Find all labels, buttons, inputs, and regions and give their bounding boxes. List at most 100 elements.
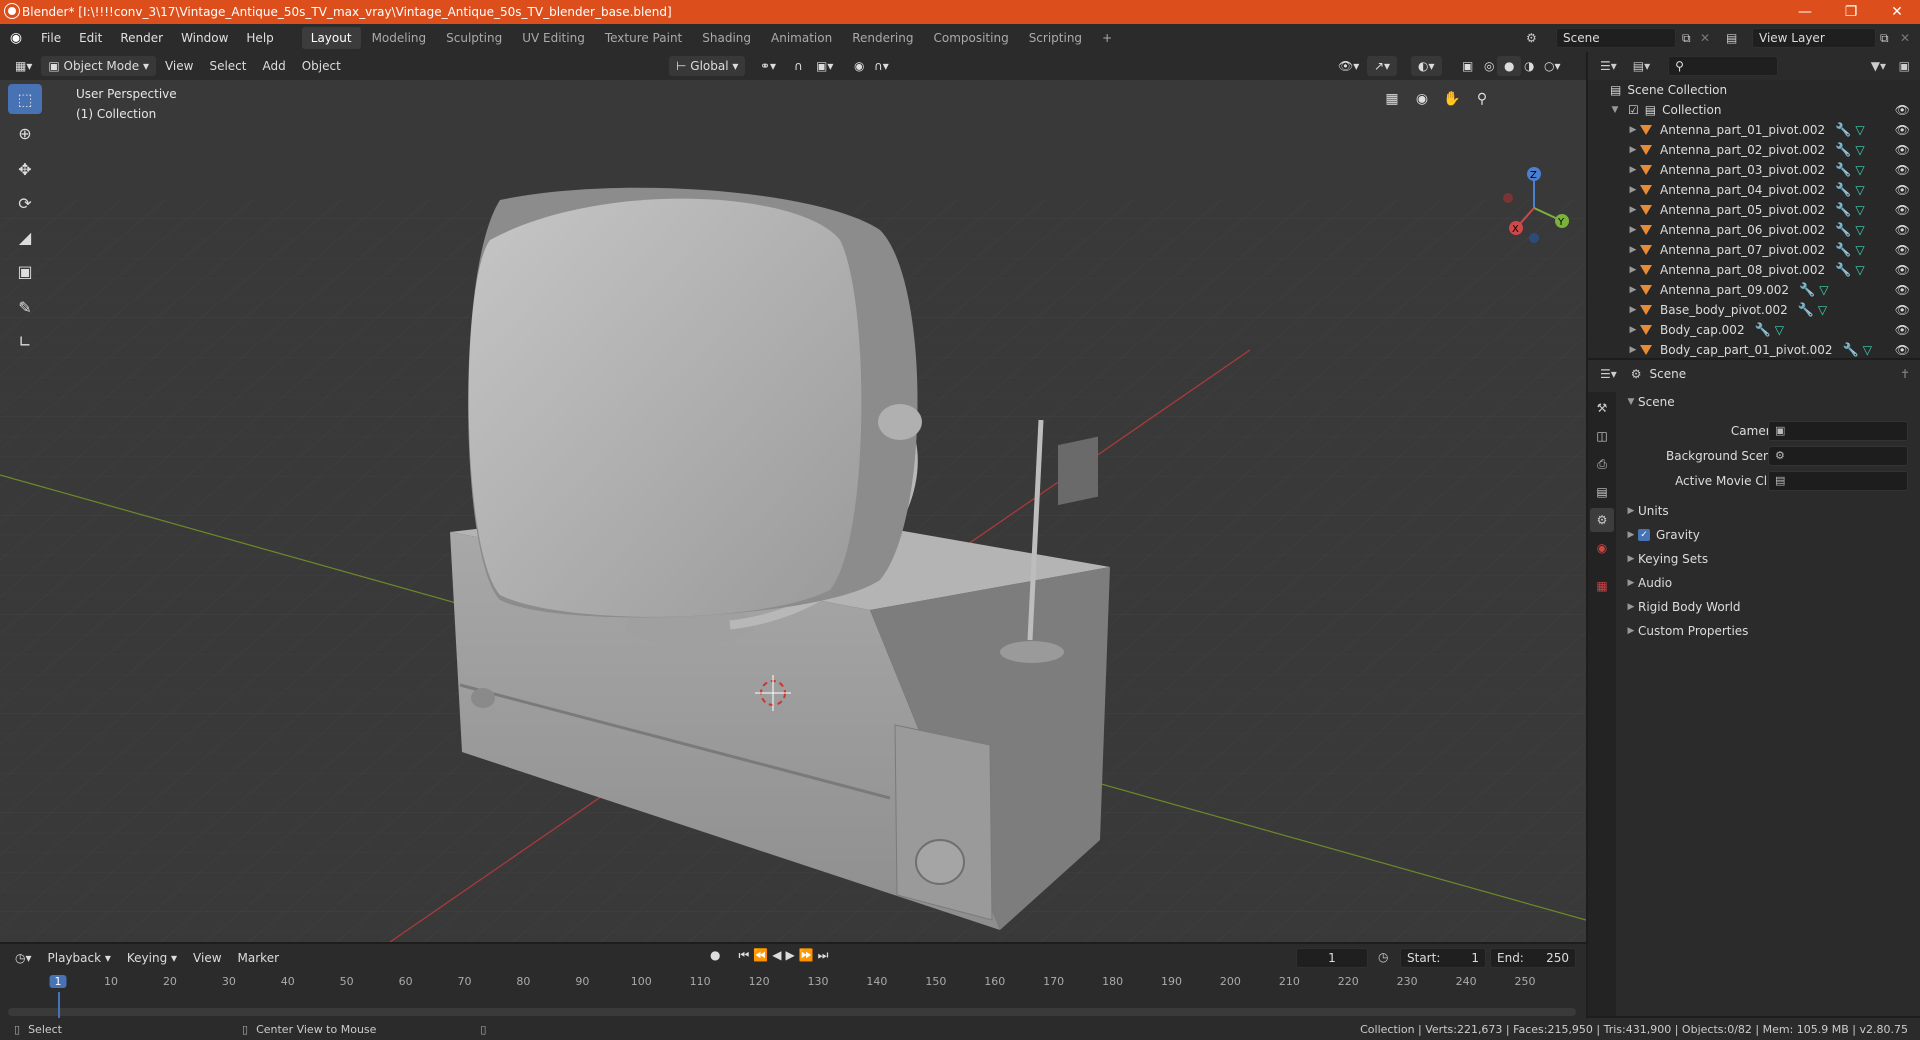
scale-tool-icon[interactable]: ◢	[8, 222, 42, 252]
outliner-object-row[interactable]: ▶ Antenna_part_01_pivot.002 🔧 ▽ 👁	[1588, 120, 1920, 140]
outliner-object-row[interactable]: ▶ Antenna_part_04_pivot.002 🔧 ▽ 👁	[1588, 180, 1920, 200]
tab-uv-editing[interactable]: UV Editing	[513, 27, 594, 49]
render-tab-icon[interactable]: ◫	[1590, 424, 1614, 448]
new-view-layer-icon[interactable]: ⧉	[1880, 31, 1889, 46]
ortho-toggle-icon[interactable]: ▦	[1380, 87, 1404, 111]
tab-animation[interactable]: Animation	[762, 27, 841, 49]
menu-file[interactable]: File	[32, 24, 70, 52]
next-keyframe-icon[interactable]: ⏩	[799, 948, 814, 963]
start-frame-field[interactable]: Start: 1	[1400, 948, 1486, 968]
expand-icon[interactable]: ▶	[1626, 285, 1640, 295]
texture-tab-icon[interactable]: ▦	[1590, 574, 1614, 598]
falloff-icon[interactable]: ∩▾	[867, 56, 896, 76]
rendered-shading-icon[interactable]: ○▾	[1537, 56, 1568, 76]
outliner-object-row[interactable]: ▶ Antenna_part_07_pivot.002 🔧 ▽ 👁	[1588, 240, 1920, 260]
scene-panel-header[interactable]: ▼ Scene	[1618, 390, 1920, 414]
gravity-checkbox[interactable]: ✓	[1638, 529, 1650, 541]
eye-icon[interactable]: 👁	[1895, 303, 1910, 317]
mesh-data-icon[interactable]: ▽	[1855, 143, 1864, 157]
blender-menu-icon[interactable]: ◉	[0, 30, 32, 46]
menu-view[interactable]: View	[158, 56, 200, 76]
menu-playback[interactable]: Playback ▾	[41, 948, 118, 968]
outliner-object-row[interactable]: ▶ Antenna_part_02_pivot.002 🔧 ▽ 👁	[1588, 140, 1920, 160]
output-tab-icon[interactable]: ⎙	[1590, 452, 1614, 476]
scene-selector[interactable]: Scene	[1556, 28, 1676, 48]
tab-compositing[interactable]: Compositing	[924, 27, 1017, 49]
expand-icon[interactable]: ▶	[1626, 225, 1640, 235]
outliner-editor-icon[interactable]: ☰▾	[1600, 59, 1617, 73]
modifier-wrench-icon[interactable]: 🔧	[1835, 223, 1851, 238]
mesh-data-icon[interactable]: ▽	[1775, 323, 1784, 337]
tab-sculpting[interactable]: Sculpting	[437, 27, 511, 49]
filter-icon[interactable]: ▼▾	[1871, 59, 1886, 73]
menu-keying[interactable]: Keying ▾	[120, 948, 184, 968]
outliner-search-input[interactable]: ⚲	[1668, 56, 1779, 76]
snap-icon[interactable]: ∩	[787, 56, 810, 76]
eye-icon[interactable]: 👁	[1895, 223, 1910, 237]
mesh-data-icon[interactable]: ▽	[1855, 223, 1864, 237]
modifier-wrench-icon[interactable]: 🔧	[1799, 283, 1815, 298]
timeline-scrollbar[interactable]	[8, 1008, 1576, 1016]
expand-icon[interactable]: ▶	[1626, 125, 1640, 135]
pivot-point-icon[interactable]: ⚭▾	[753, 56, 783, 76]
modifier-wrench-icon[interactable]: 🔧	[1835, 143, 1851, 158]
checkbox-icon[interactable]: ☑	[1628, 103, 1639, 117]
menu-window[interactable]: Window	[172, 24, 237, 52]
editor-type-icon[interactable]: ▦▾	[8, 56, 39, 76]
tab-texture-paint[interactable]: Texture Paint	[596, 27, 691, 49]
annotate-tool-icon[interactable]: ✎	[8, 292, 42, 322]
expand-icon[interactable]: ▶	[1626, 145, 1640, 155]
modifier-wrench-icon[interactable]: 🔧	[1835, 163, 1851, 178]
move-tool-icon[interactable]: ✥	[8, 154, 42, 184]
keying-sets-panel-header[interactable]: ▶ Keying Sets	[1618, 547, 1920, 571]
modifier-wrench-icon[interactable]: 🔧	[1835, 203, 1851, 218]
tab-rendering[interactable]: Rendering	[843, 27, 922, 49]
properties-editor-icon[interactable]: ☰▾	[1600, 367, 1617, 381]
mesh-data-icon[interactable]: ▽	[1855, 183, 1864, 197]
maximize-button[interactable]: ❐	[1828, 0, 1874, 24]
mesh-data-icon[interactable]: ▽	[1855, 163, 1864, 177]
expand-icon[interactable]: ▶	[1626, 325, 1640, 335]
eye-icon[interactable]: 👁	[1895, 163, 1910, 177]
object-mode-dropdown[interactable]: ▣ Object Mode ▾	[41, 56, 156, 76]
record-icon[interactable]: ●	[710, 948, 720, 963]
visibility-icon[interactable]: 👁▾	[1331, 56, 1366, 76]
menu-object[interactable]: Object	[295, 56, 348, 76]
eye-icon[interactable]: 👁	[1895, 143, 1910, 157]
gravity-panel-header[interactable]: ▶ ✓ Gravity	[1618, 523, 1920, 547]
tab-shading[interactable]: Shading	[693, 27, 760, 49]
modifier-wrench-icon[interactable]: 🔧	[1843, 343, 1859, 358]
active-movie-clip-field[interactable]: ▤	[1768, 470, 1908, 491]
menu-render[interactable]: Render	[111, 24, 172, 52]
outliner-object-row[interactable]: ▶ Base_body_pivot.002 🔧 ▽ 👁	[1588, 300, 1920, 320]
playhead-line[interactable]	[58, 990, 60, 1020]
camera-field[interactable]: ▣	[1768, 420, 1908, 441]
audio-panel-header[interactable]: ▶ Audio	[1618, 571, 1920, 595]
outliner-object-row[interactable]: ▶ Antenna_part_03_pivot.002 🔧 ▽ 👁	[1588, 160, 1920, 180]
modifier-wrench-icon[interactable]: 🔧	[1835, 263, 1851, 278]
display-mode-icon[interactable]: ▤▾	[1633, 59, 1650, 73]
select-box-tool-icon[interactable]: ⬚	[8, 84, 42, 114]
outliner-object-row[interactable]: ▶ Body_cap_part_01_pivot.002 🔧 ▽ 👁	[1588, 340, 1920, 360]
3d-viewport[interactable]: Z Y X	[0, 80, 1586, 942]
mesh-data-icon[interactable]: ▽	[1855, 203, 1864, 217]
end-frame-field[interactable]: End: 250	[1490, 948, 1576, 968]
jump-end-icon[interactable]: ⏭	[818, 948, 829, 963]
new-collection-icon[interactable]: ▣	[1899, 59, 1910, 73]
tab-scripting[interactable]: Scripting	[1020, 27, 1091, 49]
view-layer-selector[interactable]: View Layer	[1752, 28, 1876, 48]
add-workspace-icon[interactable]: +	[1093, 27, 1121, 49]
rigid-body-world-panel-header[interactable]: ▶ Rigid Body World	[1618, 595, 1920, 619]
eye-icon[interactable]: 👁	[1895, 103, 1910, 117]
modifier-wrench-icon[interactable]: 🔧	[1798, 303, 1814, 318]
current-frame-field[interactable]: 1	[1296, 948, 1368, 968]
clock-icon[interactable]: ◷	[1378, 950, 1388, 964]
eye-icon[interactable]: 👁	[1895, 263, 1910, 277]
new-scene-icon[interactable]: ⧉	[1682, 31, 1691, 46]
menu-edit[interactable]: Edit	[70, 24, 111, 52]
mesh-data-icon[interactable]: ▽	[1855, 123, 1864, 137]
pin-icon[interactable]: ✝	[1900, 367, 1910, 381]
outliner-object-row[interactable]: ▶ Antenna_part_09.002 🔧 ▽ 👁	[1588, 280, 1920, 300]
mesh-data-icon[interactable]: ▽	[1818, 303, 1827, 317]
mesh-data-icon[interactable]: ▽	[1855, 243, 1864, 257]
